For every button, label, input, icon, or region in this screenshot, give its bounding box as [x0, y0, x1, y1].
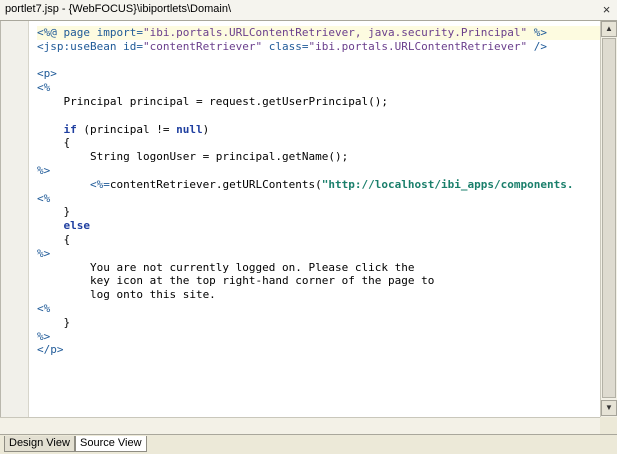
code-token: "ibi.portals.URLContentRetriever, java.s… — [142, 26, 528, 39]
code-token: %> — [37, 329, 51, 343]
code-line: String logonUser = principal.getName(); — [37, 150, 600, 164]
code-token: { — [37, 136, 71, 150]
code-line: key icon at the top right-hand corner of… — [37, 274, 600, 288]
code-token: log onto this site. — [37, 288, 216, 302]
code-line: if (principal != null) — [37, 123, 600, 137]
scroll-up-icon[interactable]: ▲ — [601, 21, 617, 37]
code-token: "ibi.portals.URLContentRetriever" — [308, 39, 528, 53]
code-token: } — [37, 315, 71, 329]
code-token: ) — [202, 122, 210, 136]
code-area[interactable]: <%@ page import="ibi.portals.URLContentR… — [37, 26, 600, 357]
code-token: String logonUser = principal.getName(); — [37, 150, 349, 164]
editor-window: portlet7.jsp - {WebFOCUS}\ibiportlets\Do… — [0, 0, 617, 454]
code-token: class= — [262, 39, 309, 53]
code-line: <p> — [37, 67, 600, 81]
code-line: else — [37, 219, 600, 233]
code-token: <% — [37, 81, 51, 95]
vertical-scrollbar[interactable]: ▲ ▼ — [600, 21, 617, 417]
code-token: %> — [527, 26, 547, 39]
code-token: } — [37, 205, 71, 219]
view-tabs: Design View Source View — [0, 434, 617, 454]
code-token: Principal principal = request.getUserPri… — [37, 94, 388, 108]
code-token: if — [63, 122, 77, 136]
code-line: Principal principal = request.getUserPri… — [37, 95, 600, 109]
code-token: <% — [37, 191, 51, 205]
window-title: portlet7.jsp - {WebFOCUS}\ibiportlets\Do… — [5, 3, 231, 15]
code-token: { — [37, 232, 71, 246]
tab-design-view[interactable]: Design View — [4, 436, 75, 452]
code-token: <%@ page import= — [37, 26, 143, 39]
code-line: } — [37, 316, 600, 330]
code-line: %> — [37, 330, 600, 344]
code-token: <%= — [89, 177, 110, 191]
code-token: null — [176, 122, 203, 136]
code-token: "contentRetriever" — [142, 39, 263, 53]
line-gutter — [1, 21, 29, 417]
scroll-thumb[interactable] — [602, 38, 616, 398]
code-token: else — [63, 219, 91, 233]
code-token: (principal != — [76, 122, 177, 136]
code-line: } — [37, 205, 600, 219]
close-icon[interactable]: × — [600, 3, 613, 16]
code-line: { — [37, 136, 600, 150]
tab-source-view[interactable]: Source View — [75, 436, 147, 452]
code-line: <% — [37, 81, 600, 95]
code-token: contentRetriever.getURLContents( — [109, 177, 322, 191]
code-line: <% — [37, 192, 600, 206]
code-token: key icon at the top right-hand corner of… — [37, 274, 435, 288]
code-token: <% — [37, 301, 51, 315]
code-line: You are not currently logged on. Please … — [37, 261, 600, 275]
code-line: <%=contentRetriever.getURLContents("http… — [37, 178, 600, 192]
code-token: <p> — [37, 67, 57, 81]
code-token: <jsp:useBean id= — [37, 39, 143, 53]
code-token: %> — [37, 163, 51, 177]
code-line: { — [37, 233, 600, 247]
scroll-down-icon[interactable]: ▼ — [601, 400, 617, 416]
code-line: %> — [37, 247, 600, 261]
scrollbar-corner — [600, 417, 617, 434]
code-token: You are not currently logged on. Please … — [37, 260, 415, 274]
code-line: log onto this site. — [37, 288, 600, 302]
code-line: <jsp:useBean id="contentRetriever" class… — [37, 40, 600, 54]
code-line: %> — [37, 164, 600, 178]
code-token: /> — [527, 39, 547, 53]
horizontal-scrollbar[interactable] — [0, 417, 600, 434]
title-bar: portlet7.jsp - {WebFOCUS}\ibiportlets\Do… — [0, 0, 617, 21]
code-line: <% — [37, 302, 600, 316]
code-token: </p> — [37, 343, 64, 357]
code-line: <%@ page import="ibi.portals.URLContentR… — [37, 26, 600, 40]
code-line: </p> — [37, 343, 600, 357]
source-editor[interactable]: <%@ page import="ibi.portals.URLContentR… — [0, 21, 600, 417]
code-token: %> — [37, 246, 51, 260]
code-token: "http://localhost/ibi_apps/components. — [321, 177, 574, 191]
